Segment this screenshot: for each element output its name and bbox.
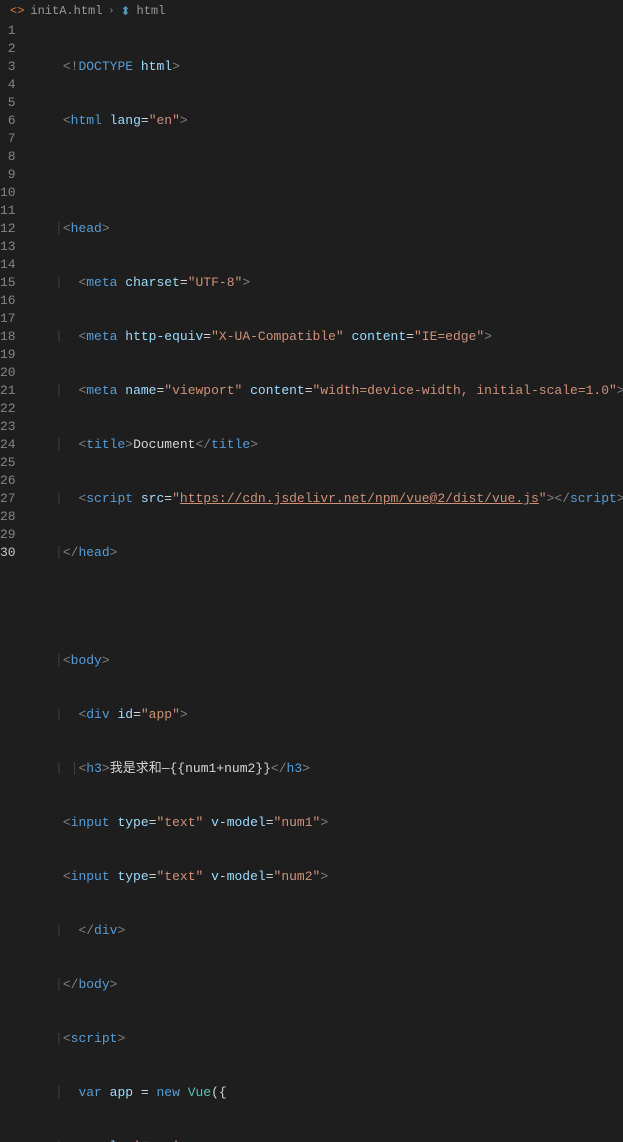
line-number: 28 [0, 508, 16, 526]
line-number: 8 [0, 148, 16, 166]
code-line[interactable]: <!DOCTYPE html> [32, 58, 623, 76]
line-number: 11 [0, 202, 16, 220]
code-line[interactable]: | <meta name="viewport" content="width=d… [32, 382, 623, 400]
line-number: 26 [0, 472, 16, 490]
code-line[interactable]: <input type="text" v-model="num2"> [32, 868, 623, 886]
line-number: 2 [0, 40, 16, 58]
chevron-right-icon: › [108, 6, 114, 17]
line-number: 19 [0, 346, 16, 364]
code-line[interactable]: |<head> [32, 220, 623, 238]
code-line[interactable]: |<script> [32, 1030, 623, 1048]
code-line[interactable]: | </div> [32, 922, 623, 940]
code-line[interactable]: | <div id="app"> [32, 706, 623, 724]
line-number: 27 [0, 490, 16, 508]
structure-icon: ⬍ [120, 4, 130, 19]
line-number: 25 [0, 454, 16, 472]
line-number: 6 [0, 112, 16, 130]
line-number: 23 [0, 418, 16, 436]
line-number: 12 [0, 220, 16, 238]
line-number: 22 [0, 400, 16, 418]
code-line[interactable]: | var app = new Vue({ [32, 1084, 623, 1102]
line-number: 10 [0, 184, 16, 202]
code-line[interactable]: |<body> [32, 652, 623, 670]
line-number: 21 [0, 382, 16, 400]
line-number: 15 [0, 274, 16, 292]
line-number: 13 [0, 238, 16, 256]
line-number: 29 [0, 526, 16, 544]
line-number: 17 [0, 310, 16, 328]
line-number: 30 [0, 544, 16, 562]
line-number: 18 [0, 328, 16, 346]
code-line[interactable]: <input type="text" v-model="num1"> [32, 814, 623, 832]
code-line[interactable]: | |<h3>我是求和—{{num1+num2}}</h3> [32, 760, 623, 778]
line-number: 20 [0, 364, 16, 382]
html-file-icon: <> [10, 4, 24, 18]
breadcrumb-file[interactable]: initA.html [30, 4, 102, 18]
code-line[interactable]: |</head> [32, 544, 623, 562]
breadcrumb-structure[interactable]: html [137, 4, 166, 18]
code-line[interactable]: | el: '#app', [32, 1138, 623, 1142]
code-line[interactable]: | <meta http-equiv="X-UA-Compatible" con… [32, 328, 623, 346]
code-area[interactable]: <!DOCTYPE html> <html lang="en"> |<head>… [32, 22, 623, 1142]
line-number: 7 [0, 130, 16, 148]
code-line[interactable]: |</body> [32, 976, 623, 994]
code-line[interactable] [32, 166, 623, 184]
code-line[interactable]: | <meta charset="UTF-8"> [32, 274, 623, 292]
line-number: 4 [0, 76, 16, 94]
code-editor[interactable]: 1234567891011121314151617181920212223242… [0, 22, 623, 1142]
code-line[interactable]: <html lang="en"> [32, 112, 623, 130]
line-number: 5 [0, 94, 16, 112]
line-number: 14 [0, 256, 16, 274]
line-number: 24 [0, 436, 16, 454]
line-gutter: 1234567891011121314151617181920212223242… [0, 22, 32, 1142]
code-line[interactable] [32, 598, 623, 616]
code-line[interactable]: | <script src="https://cdn.jsdelivr.net/… [32, 490, 623, 508]
line-number: 1 [0, 22, 16, 40]
code-line[interactable]: | <title>Document</title> [32, 436, 623, 454]
line-number: 16 [0, 292, 16, 310]
breadcrumb[interactable]: <> initA.html › ⬍ html [0, 0, 623, 22]
line-number: 3 [0, 58, 16, 76]
line-number: 9 [0, 166, 16, 184]
